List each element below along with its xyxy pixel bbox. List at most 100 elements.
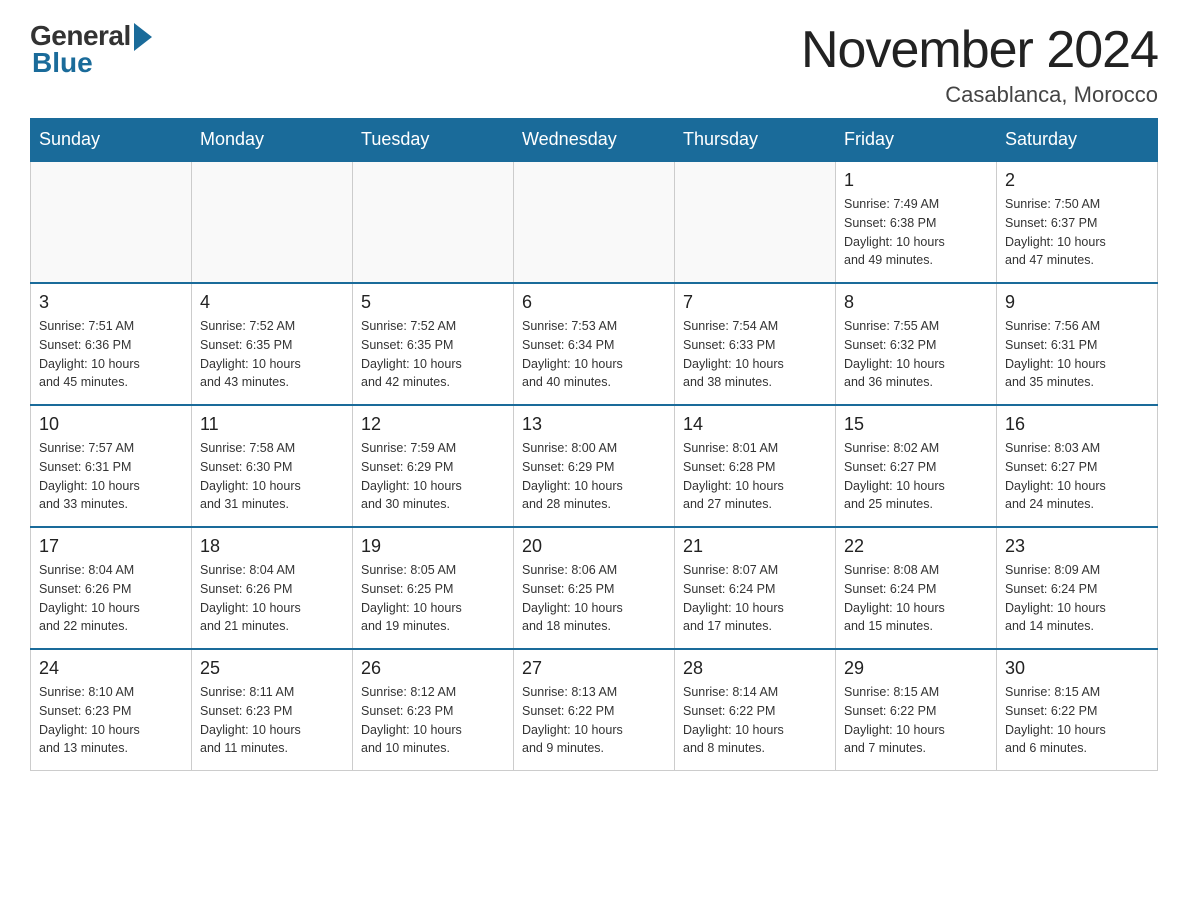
calendar-cell: 30 Sunrise: 8:15 AMSunset: 6:22 PMDayligh…: [997, 649, 1158, 771]
calendar-cell: 9Sunrise: 7:56 AMSunset: 6:31 PMDaylight…: [997, 283, 1158, 405]
day-info: Sunrise: 7:58 AMSunset: 6:30 PMDaylight:…: [200, 439, 344, 514]
day-number: 4: [200, 292, 344, 313]
day-info: Sunrise: 7:52 AMSunset: 6:35 PMDaylight:…: [361, 317, 505, 392]
day-number: 30: [1005, 658, 1149, 679]
logo: General Blue: [30, 20, 152, 79]
calendar-cell: [31, 161, 192, 283]
calendar-cell: 3Sunrise: 7:51 AMSunset: 6:36 PMDaylight…: [31, 283, 192, 405]
calendar-table: SundayMondayTuesdayWednesdayThursdayFrid…: [30, 118, 1158, 771]
calendar-header-sunday: Sunday: [31, 119, 192, 162]
day-info: Sunrise: 8:11 AMSunset: 6:23 PMDaylight:…: [200, 683, 344, 758]
day-number: 1: [844, 170, 988, 191]
month-title: November 2024: [801, 20, 1158, 80]
day-info: Sunrise: 8:12 AMSunset: 6:23 PMDaylight:…: [361, 683, 505, 758]
calendar-week-row: 10 Sunrise: 7:57 AMSunset: 6:31 PMDayligh…: [31, 405, 1158, 527]
day-number: 16: [1005, 414, 1149, 435]
calendar-cell: 12Sunrise: 7:59 AMSunset: 6:29 PMDayligh…: [353, 405, 514, 527]
day-number: 10: [39, 414, 183, 435]
day-info: Sunrise: 8:15 AMSunset: 6:22 PMDaylight:…: [844, 683, 988, 758]
day-number: 25: [200, 658, 344, 679]
day-info: Sunrise: 8:06 AMSunset: 6:25 PMDaylight:…: [522, 561, 666, 636]
day-number: 26: [361, 658, 505, 679]
day-info: Sunrise: 7:57 AMSunset: 6:31 PMDaylight:…: [39, 439, 183, 514]
day-info: Sunrise: 7:55 AMSunset: 6:32 PMDaylight:…: [844, 317, 988, 392]
calendar-cell: [514, 161, 675, 283]
day-number: 11: [200, 414, 344, 435]
day-number: 5: [361, 292, 505, 313]
day-info: Sunrise: 7:53 AMSunset: 6:34 PMDaylight:…: [522, 317, 666, 392]
day-info: Sunrise: 8:05 AMSunset: 6:25 PMDaylight:…: [361, 561, 505, 636]
calendar-header-monday: Monday: [192, 119, 353, 162]
day-info: Sunrise: 8:10 AMSunset: 6:23 PMDaylight:…: [39, 683, 183, 758]
day-number: 13: [522, 414, 666, 435]
calendar-cell: [353, 161, 514, 283]
calendar-cell: 14 Sunrise: 8:01 AMSunset: 6:28 PMDayligh…: [675, 405, 836, 527]
calendar-week-row: 3Sunrise: 7:51 AMSunset: 6:36 PMDaylight…: [31, 283, 1158, 405]
calendar-cell: 2 Sunrise: 7:50 AMSunset: 6:37 PMDaylight…: [997, 161, 1158, 283]
day-number: 8: [844, 292, 988, 313]
calendar-cell: 25 Sunrise: 8:11 AMSunset: 6:23 PMDayligh…: [192, 649, 353, 771]
day-number: 14: [683, 414, 827, 435]
calendar-cell: 26 Sunrise: 8:12 AMSunset: 6:23 PMDayligh…: [353, 649, 514, 771]
logo-blue-text: Blue: [32, 47, 93, 79]
day-number: 7: [683, 292, 827, 313]
calendar-header-thursday: Thursday: [675, 119, 836, 162]
calendar-cell: 17 Sunrise: 8:04 AMSunset: 6:26 PMDayligh…: [31, 527, 192, 649]
day-number: 27: [522, 658, 666, 679]
title-section: November 2024 Casablanca, Morocco: [801, 20, 1158, 108]
calendar-cell: 19 Sunrise: 8:05 AMSunset: 6:25 PMDayligh…: [353, 527, 514, 649]
day-number: 15: [844, 414, 988, 435]
day-number: 17: [39, 536, 183, 557]
calendar-cell: 21Sunrise: 8:07 AMSunset: 6:24 PMDayligh…: [675, 527, 836, 649]
calendar-cell: 4Sunrise: 7:52 AMSunset: 6:35 PMDaylight…: [192, 283, 353, 405]
day-info: Sunrise: 8:09 AMSunset: 6:24 PMDaylight:…: [1005, 561, 1149, 636]
calendar-header-tuesday: Tuesday: [353, 119, 514, 162]
calendar-cell: [675, 161, 836, 283]
calendar-cell: 5 Sunrise: 7:52 AMSunset: 6:35 PMDaylight…: [353, 283, 514, 405]
calendar-cell: 1Sunrise: 7:49 AMSunset: 6:38 PMDaylight…: [836, 161, 997, 283]
day-info: Sunrise: 8:08 AMSunset: 6:24 PMDaylight:…: [844, 561, 988, 636]
day-info: Sunrise: 7:51 AMSunset: 6:36 PMDaylight:…: [39, 317, 183, 392]
calendar-cell: 27Sunrise: 8:13 AMSunset: 6:22 PMDayligh…: [514, 649, 675, 771]
calendar-cell: 20 Sunrise: 8:06 AMSunset: 6:25 PMDayligh…: [514, 527, 675, 649]
logo-arrow-icon: [134, 23, 152, 51]
calendar-week-row: 17 Sunrise: 8:04 AMSunset: 6:26 PMDayligh…: [31, 527, 1158, 649]
calendar-cell: 11 Sunrise: 7:58 AMSunset: 6:30 PMDayligh…: [192, 405, 353, 527]
calendar-cell: 29 Sunrise: 8:15 AMSunset: 6:22 PMDayligh…: [836, 649, 997, 771]
calendar-cell: 16Sunrise: 8:03 AMSunset: 6:27 PMDayligh…: [997, 405, 1158, 527]
calendar-cell: 10 Sunrise: 7:57 AMSunset: 6:31 PMDayligh…: [31, 405, 192, 527]
calendar-cell: [192, 161, 353, 283]
day-info: Sunrise: 8:14 AMSunset: 6:22 PMDaylight:…: [683, 683, 827, 758]
day-info: Sunrise: 7:50 AMSunset: 6:37 PMDaylight:…: [1005, 195, 1149, 270]
day-number: 23: [1005, 536, 1149, 557]
day-number: 18: [200, 536, 344, 557]
calendar-header-saturday: Saturday: [997, 119, 1158, 162]
location-text: Casablanca, Morocco: [801, 82, 1158, 108]
day-number: 19: [361, 536, 505, 557]
day-number: 24: [39, 658, 183, 679]
day-number: 20: [522, 536, 666, 557]
page-header: General Blue November 2024 Casablanca, M…: [30, 20, 1158, 108]
calendar-cell: 24 Sunrise: 8:10 AMSunset: 6:23 PMDayligh…: [31, 649, 192, 771]
day-info: Sunrise: 8:15 AMSunset: 6:22 PMDaylight:…: [1005, 683, 1149, 758]
day-info: Sunrise: 8:02 AMSunset: 6:27 PMDaylight:…: [844, 439, 988, 514]
calendar-cell: 7Sunrise: 7:54 AMSunset: 6:33 PMDaylight…: [675, 283, 836, 405]
calendar-header-wednesday: Wednesday: [514, 119, 675, 162]
calendar-cell: 6 Sunrise: 7:53 AMSunset: 6:34 PMDaylight…: [514, 283, 675, 405]
day-number: 22: [844, 536, 988, 557]
calendar-header-row: SundayMondayTuesdayWednesdayThursdayFrid…: [31, 119, 1158, 162]
calendar-cell: 13Sunrise: 8:00 AMSunset: 6:29 PMDayligh…: [514, 405, 675, 527]
day-info: Sunrise: 8:04 AMSunset: 6:26 PMDaylight:…: [39, 561, 183, 636]
day-info: Sunrise: 8:01 AMSunset: 6:28 PMDaylight:…: [683, 439, 827, 514]
day-info: Sunrise: 8:04 AMSunset: 6:26 PMDaylight:…: [200, 561, 344, 636]
calendar-week-row: 24 Sunrise: 8:10 AMSunset: 6:23 PMDayligh…: [31, 649, 1158, 771]
calendar-cell: 18 Sunrise: 8:04 AMSunset: 6:26 PMDayligh…: [192, 527, 353, 649]
day-number: 12: [361, 414, 505, 435]
calendar-cell: 8 Sunrise: 7:55 AMSunset: 6:32 PMDaylight…: [836, 283, 997, 405]
day-number: 29: [844, 658, 988, 679]
day-number: 2: [1005, 170, 1149, 191]
calendar-cell: 22 Sunrise: 8:08 AMSunset: 6:24 PMDayligh…: [836, 527, 997, 649]
day-number: 28: [683, 658, 827, 679]
day-number: 6: [522, 292, 666, 313]
calendar-header-friday: Friday: [836, 119, 997, 162]
